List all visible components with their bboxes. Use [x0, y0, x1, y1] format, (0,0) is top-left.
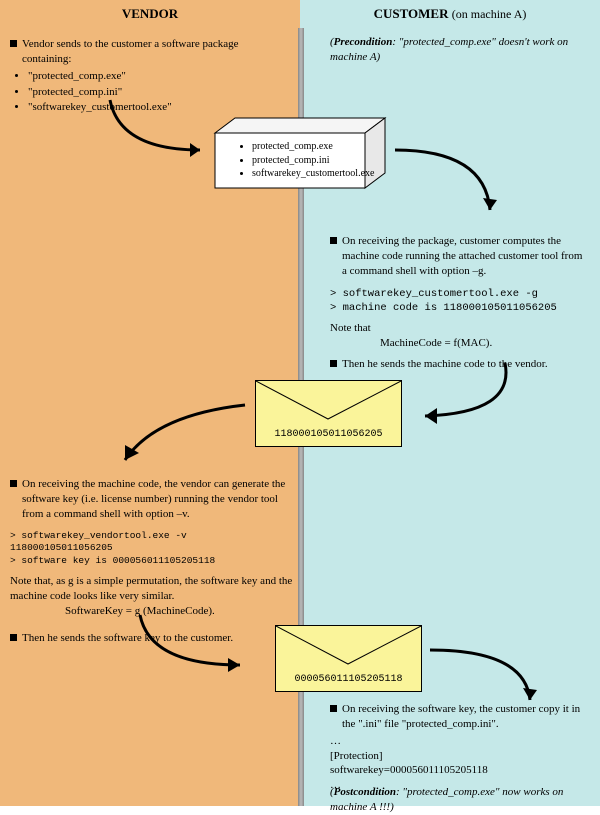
- arrow-customer-to-envelope1: [405, 358, 525, 438]
- arrow-envelope1-to-vendor: [105, 395, 255, 475]
- vendor-step1-text: Vendor sends to the customer a software …: [22, 37, 285, 67]
- bullet-icon: [10, 40, 17, 47]
- bullet-icon: [330, 705, 337, 712]
- bullet-icon: [330, 360, 337, 367]
- envelope-software-key: 000056011105205118: [275, 625, 422, 692]
- package-item: protected_comp.ini: [252, 154, 366, 168]
- note-formula: MachineCode = f(MAC).: [380, 336, 590, 351]
- cmd-line: > software key is 000056011105205118: [10, 555, 295, 568]
- package-contents: protected_comp.exe protected_comp.ini so…: [236, 140, 366, 181]
- envelope1-code: 118000105011056205: [256, 429, 401, 440]
- customer-step1-text: On receiving the package, customer compu…: [342, 234, 590, 279]
- precondition-label: Precondition: [334, 36, 393, 48]
- vendor-header-text: VENDOR: [122, 6, 178, 21]
- arrow-box-to-customer: [390, 140, 520, 230]
- customer-step2-text: On receiving the software key, the custo…: [342, 702, 590, 732]
- precondition: (Precondition: "protected_comp.exe" does…: [330, 35, 590, 65]
- envelope-machine-code: 118000105011056205: [255, 380, 402, 447]
- vendor-header: VENDOR: [0, 6, 300, 22]
- cmd-line: > softwarekey_vendortool.exe -v 11800010…: [10, 530, 295, 556]
- ini-line: [Protection]: [330, 749, 590, 764]
- bullet-icon: [10, 634, 17, 641]
- customer-header-text: CUSTOMER: [374, 6, 449, 21]
- customer-header-note: (on machine A): [452, 7, 527, 21]
- arrow-vendor-to-box: [100, 95, 240, 165]
- arrow-vendor-to-envelope2: [130, 610, 280, 680]
- postcondition: (Postcondition: "protected_comp.exe" now…: [330, 785, 590, 815]
- customer-step1: On receiving the package, customer compu…: [330, 232, 590, 373]
- customer-step2: On receiving the software key, the custo…: [330, 700, 590, 793]
- ini-line: softwarekey=000056011105205118: [330, 763, 590, 778]
- note-prefix: Note that: [330, 321, 590, 336]
- vendor-pkg-item: "protected_comp.exe": [28, 69, 285, 84]
- postcondition-label: Postcondition: [334, 786, 396, 798]
- ini-line: …: [330, 734, 590, 749]
- bullet-icon: [330, 237, 337, 244]
- envelope2-code: 000056011105205118: [276, 674, 421, 685]
- bullet-icon: [10, 480, 17, 487]
- package-item: protected_comp.exe: [252, 140, 366, 154]
- cmd-line: > softwarekey_customertool.exe -g: [330, 287, 590, 301]
- vendor-step2-note: Note that, as g is a simple permutation,…: [10, 574, 295, 604]
- package-item: softwarekey_customertool.exe: [252, 167, 366, 181]
- vendor-step2-text: On receiving the machine code, the vendo…: [22, 477, 295, 522]
- customer-header: CUSTOMER (on machine A): [300, 6, 600, 22]
- cmd-line: > machine code is 118000105011056205: [330, 301, 590, 315]
